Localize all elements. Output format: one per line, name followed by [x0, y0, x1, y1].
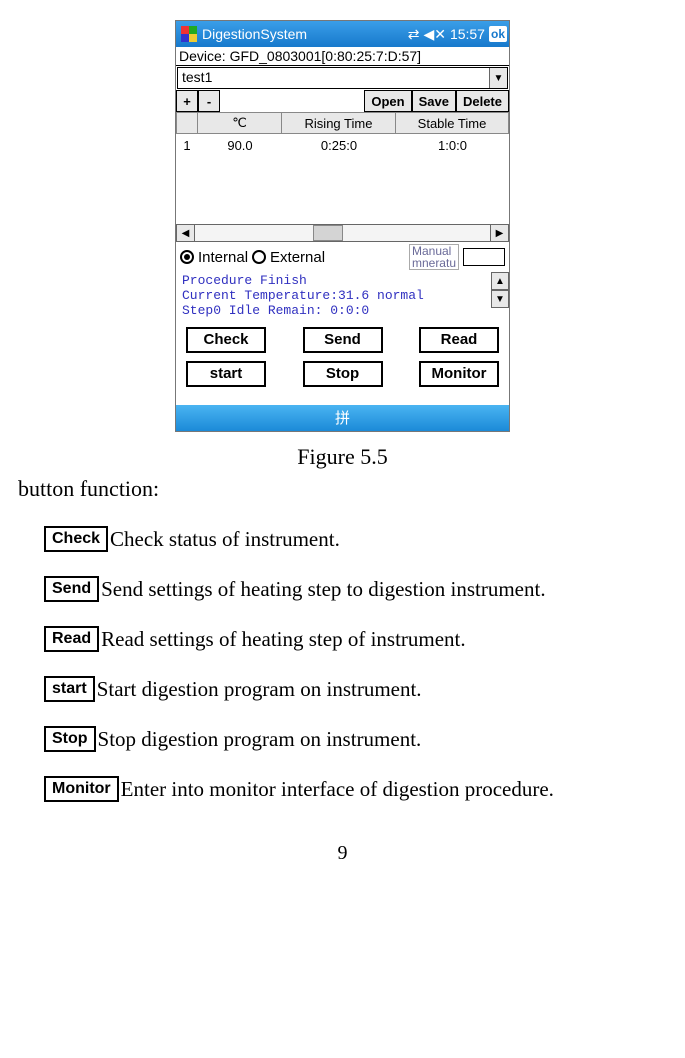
log-text: Procedure Finish Current Temperature:31.…	[176, 272, 491, 321]
cell-idx: 1	[176, 134, 198, 156]
log-panel: Procedure Finish Current Temperature:31.…	[176, 272, 509, 321]
figure-caption: Figure 5.5	[18, 444, 667, 470]
manual-value-input[interactable]	[463, 248, 505, 266]
preset-select[interactable]: test1 ▼	[177, 67, 508, 89]
save-button[interactable]: Save	[412, 90, 456, 112]
bf-button-check: Check	[44, 526, 108, 552]
start-button[interactable]: start	[186, 361, 266, 387]
page-number: 9	[18, 842, 667, 865]
ime-bar[interactable]: 拼	[176, 405, 509, 431]
scroll-right-icon[interactable]: ▶	[490, 225, 508, 241]
action-buttons: Check Send Read start Stop Monitor	[176, 321, 509, 405]
bf-desc: Stop digestion program on instrument.	[98, 727, 422, 752]
delete-button[interactable]: Delete	[456, 90, 509, 112]
button-function-item: MonitorEnter into monitor interface of d…	[44, 776, 667, 802]
col-temp: ℃	[198, 112, 282, 134]
titlebar: DigestionSystem ⇄ ◀✕ 15:57 ok	[176, 21, 509, 47]
cell-stable: 1:0:0	[396, 134, 509, 156]
clock: 15:57	[450, 26, 485, 42]
scroll-down-icon[interactable]: ▼	[491, 290, 509, 308]
button-function-item: startStart digestion program on instrume…	[44, 676, 667, 702]
scroll-up-icon[interactable]: ▲	[491, 272, 509, 290]
bf-button-read: Read	[44, 626, 99, 652]
read-button[interactable]: Read	[419, 327, 499, 353]
button-function-item: StopStop digestion program on instrument…	[44, 726, 667, 752]
windows-logo-icon	[179, 24, 199, 44]
cell-rising: 0:25:0	[282, 134, 396, 156]
manual-label: Manual mneratu	[409, 244, 459, 270]
col-stable: Stable Time	[396, 112, 509, 134]
table-header: ℃ Rising Time Stable Time	[176, 112, 509, 134]
cell-temp: 90.0	[198, 134, 282, 156]
bf-desc: Read settings of heating step of instrum…	[101, 627, 466, 652]
bf-button-start: start	[44, 676, 95, 702]
button-function-heading: button function:	[18, 476, 667, 502]
bf-desc: Check status of instrument.	[110, 527, 340, 552]
ok-button[interactable]: ok	[489, 26, 507, 42]
open-button[interactable]: Open	[364, 90, 411, 112]
button-function-item: CheckCheck status of instrument.	[44, 526, 667, 552]
col-rising: Rising Time	[282, 112, 396, 134]
bf-button-stop: Stop	[44, 726, 96, 752]
bf-desc: Enter into monitor interface of digestio…	[121, 777, 554, 802]
remove-row-button[interactable]: -	[198, 90, 220, 112]
external-label: External	[270, 249, 325, 266]
app-title: DigestionSystem	[202, 26, 307, 42]
preset-select-value: test1	[178, 68, 489, 88]
internal-label: Internal	[198, 249, 248, 266]
bf-button-send: Send	[44, 576, 99, 602]
device-label: Device: GFD_0803001[0:80:25:7:D:57]	[176, 47, 509, 66]
external-radio[interactable]	[252, 250, 266, 264]
bf-desc: Send settings of heating step to digesti…	[101, 577, 545, 602]
monitor-button[interactable]: Monitor	[419, 361, 499, 387]
button-function-list: CheckCheck status of instrument. SendSend…	[18, 526, 667, 802]
table-row[interactable]: 1 90.0 0:25:0 1:0:0	[176, 134, 509, 156]
bf-desc: Start digestion program on instrument.	[97, 677, 422, 702]
connectivity-icon[interactable]: ⇄	[408, 26, 420, 43]
internal-radio[interactable]	[180, 250, 194, 264]
scroll-left-icon[interactable]: ◀	[177, 225, 195, 241]
table-body: 1 90.0 0:25:0 1:0:0	[176, 134, 509, 224]
pda-window: DigestionSystem ⇄ ◀✕ 15:57 ok Device: GF…	[175, 20, 510, 432]
send-button[interactable]: Send	[303, 327, 383, 353]
check-button[interactable]: Check	[186, 327, 266, 353]
vertical-scrollbar[interactable]: ▲ ▼	[491, 272, 509, 321]
chevron-down-icon[interactable]: ▼	[489, 68, 507, 88]
button-function-item: SendSend settings of heating step to dig…	[44, 576, 667, 602]
bf-button-monitor: Monitor	[44, 776, 119, 802]
ime-label: 拼	[335, 407, 350, 428]
toolbar: + - Open Save Delete	[176, 90, 509, 112]
button-function-item: ReadRead settings of heating step of ins…	[44, 626, 667, 652]
volume-icon[interactable]: ◀✕	[423, 26, 446, 43]
scroll-thumb[interactable]	[313, 225, 343, 241]
add-row-button[interactable]: +	[176, 90, 198, 112]
horizontal-scrollbar[interactable]: ◀ ▶	[176, 224, 509, 242]
sensor-mode-row: Internal External Manual mneratu	[176, 242, 509, 272]
stop-button[interactable]: Stop	[303, 361, 383, 387]
